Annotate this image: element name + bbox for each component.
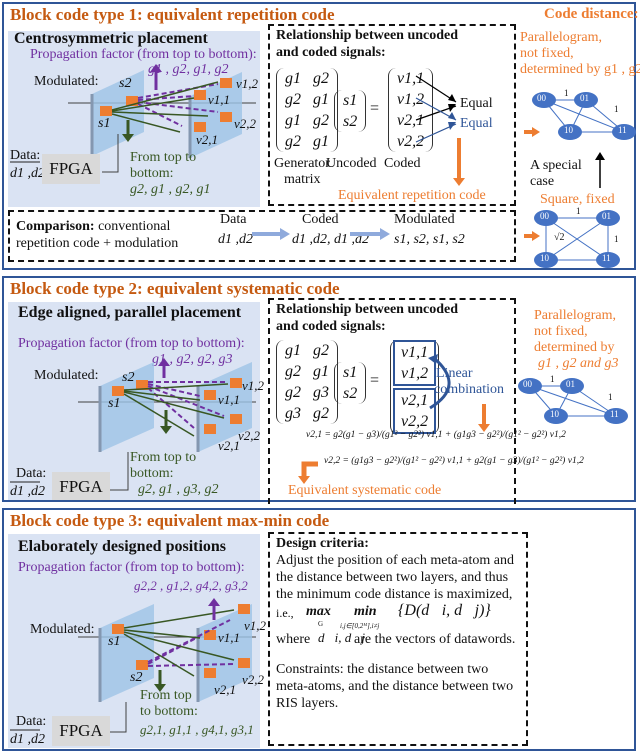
ie-prefix: i.e., <box>276 606 294 620</box>
node-label: 10 <box>550 409 559 419</box>
design-line: the distance between two layers, and thu… <box>276 570 509 585</box>
max-subscript: G <box>318 620 324 628</box>
node-label: 00 <box>537 93 546 103</box>
constraint-line: RIS layers. <box>276 696 339 711</box>
node-label: 11 <box>610 409 619 419</box>
design-line: the minimum code distance is maximized, <box>276 587 513 602</box>
node-label: 00 <box>540 211 549 221</box>
min-operator: min <box>354 604 377 619</box>
from-top-values: g2,1, g1,1 , g4,1, g3,1 <box>140 722 254 737</box>
node-label: 00 <box>523 379 532 389</box>
node-label: 10 <box>540 253 549 263</box>
data-values: d1 ,d2 <box>10 732 45 747</box>
edge-label-sqrt2: √2 <box>554 232 565 243</box>
node-label: 01 <box>602 211 611 221</box>
special-case-text-2: case <box>530 174 555 189</box>
edge-label: 1 <box>550 374 555 384</box>
label-s2: s2 <box>130 670 143 685</box>
data-label: Data: <box>16 714 47 729</box>
node-label: 11 <box>618 125 627 135</box>
code-distance-graphs-1 <box>524 92 636 268</box>
node-label: 01 <box>580 93 589 103</box>
edge-label: 1 <box>614 104 619 114</box>
meta-atom-v22 <box>238 658 250 668</box>
objective: {D(d⃗i, d⃗j)} <box>398 602 491 619</box>
where-prefix: where <box>276 632 311 647</box>
constraint-line: Constraints: the distance between two <box>276 662 489 677</box>
edge-label: 1 <box>614 234 619 244</box>
from-top-label: From top <box>140 688 192 703</box>
panel-type-2: Block code type 2: equivalent systematic… <box>2 276 636 504</box>
panel-type-3: Block code type 3: equivalent max-min co… <box>2 508 636 751</box>
label-v21: v2,1 <box>214 682 237 697</box>
label-s1: s1 <box>108 634 121 649</box>
meta-atom-s2 <box>136 660 148 670</box>
label-v11: v1,1 <box>218 630 241 645</box>
label-v12: v1,2 <box>244 618 267 633</box>
node-label: 11 <box>602 253 611 263</box>
special-case-text: A special <box>530 158 582 173</box>
design-line: Adjust the position of each meta-atom an… <box>276 553 514 568</box>
panel-type-1: Block code type 1: equivalent repetition… <box>2 2 640 270</box>
where-suffix: are the vectors of datawords. <box>354 632 516 647</box>
meta-atom-s1 <box>112 624 124 634</box>
design-title: Design criteria: <box>276 536 369 551</box>
node-label: 10 <box>564 125 573 135</box>
meta-atom-v21 <box>204 668 216 678</box>
max-operator: max <box>306 604 331 619</box>
code-distance-graph-2 <box>518 378 628 424</box>
fpga-box: FPGA <box>52 716 110 746</box>
edge-label: 1 <box>564 88 569 98</box>
min-subscript: i,j∈[0,2ᴹ],i≠j <box>340 622 380 630</box>
from-top-label-2: to bottom: <box>140 704 198 719</box>
node-label: 01 <box>566 379 575 389</box>
meta-atom-v12 <box>238 604 250 614</box>
edge-label: 1 <box>608 392 613 402</box>
label-v22: v2,2 <box>242 672 265 687</box>
constraint-line: meta-atoms, and the distance between two <box>276 679 514 694</box>
edge-label: 1 <box>576 206 581 216</box>
